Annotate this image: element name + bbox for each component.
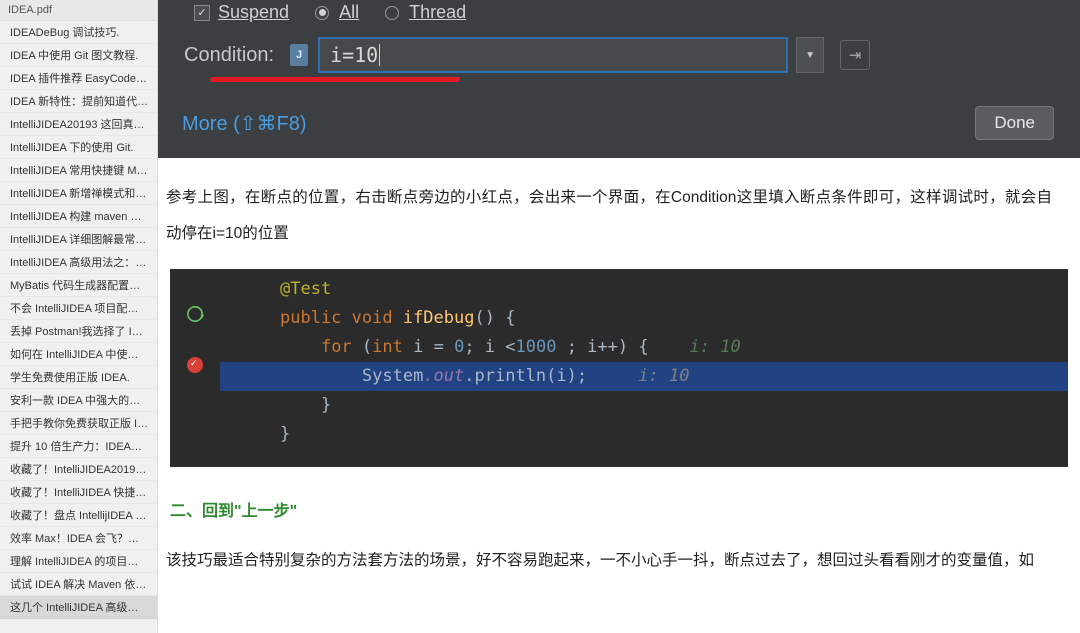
condition-value: i=10 [330,43,378,67]
sidebar-item[interactable]: 收藏了！IntelliJIDEA 快捷… [0,481,157,504]
sidebar-item[interactable]: IntelliJIDEA 详细图解最常… [0,228,157,251]
sidebar: IDEA.pdf IDEADeBug 调试技巧.IDEA 中使用 Git 图文教… [0,0,158,633]
sidebar-item[interactable]: 理解 IntelliJIDEA 的项目配… [0,550,157,573]
check-icon: ✓ [194,5,210,21]
dropdown-button[interactable]: ▼ [796,37,824,73]
text-cursor [379,44,380,66]
sidebar-item[interactable]: 效率 Max！IDEA 会飞？只… [0,527,157,550]
sidebar-item[interactable]: IntelliJIDEA 常用快捷键 Ma… [0,159,157,182]
paragraph-1: 参考上图，在断点的位置，右击断点旁边的小红点，会出来一个界面，在Conditio… [166,158,1068,251]
sidebar-item[interactable]: IntelliJIDEA20193 这回真… [0,113,157,136]
thread-label: Thread [409,2,466,23]
sidebar-item[interactable]: IntelliJIDEA 高级用法之：集… [0,251,157,274]
code-screenshot: @Test public void ifDebug() { for (int i… [170,269,1068,467]
sidebar-item[interactable]: 如何在 IntelliJIDEA 中使用 Git. [0,343,157,366]
paragraph-2: 该技巧最适合特别复杂的方法套方法的场景，好不容易跑起来，一不小心手一抖，断点过去… [166,521,1068,579]
breakpoint-icon[interactable] [187,357,203,373]
sidebar-item[interactable]: 收藏了！盘点 IntellijIDEA 那… [0,504,157,527]
sidebar-item[interactable]: 学生免费使用正版 IDEA. [0,366,157,389]
sidebar-item[interactable]: IntelliJIDEA 构建 maven 多… [0,205,157,228]
suspend-checkbox[interactable]: ✓ Suspend [194,2,289,23]
all-label: All [339,2,359,23]
sidebar-item[interactable]: IntelliJIDEA 下的使用 Git. [0,136,157,159]
section-heading: 二、回到"上一步" [170,467,1068,521]
sidebar-item[interactable]: 收藏了！IntelliJIDEA2019 … [0,458,157,481]
radio-dot-icon [315,6,329,20]
radio-thread[interactable]: Thread [385,2,466,23]
sidebar-header: IDEA.pdf [0,0,157,21]
gutter [170,269,220,467]
code-line: public void ifDebug() { [220,304,1068,333]
lang-icon[interactable]: J [290,44,308,66]
condition-input[interactable]: i=10 [318,37,788,73]
sidebar-item[interactable]: 安利一款 IDEA 中强大的代… [0,389,157,412]
sidebar-item[interactable]: IDEADeBug 调试技巧. [0,21,157,44]
code-line: @Test [220,275,1068,304]
condition-label: Condition: [184,44,274,67]
code-area: @Test public void ifDebug() { for (int i… [220,269,1068,467]
sidebar-item[interactable]: IDEA 新特性：提前知道代… [0,90,157,113]
radio-all[interactable]: All [315,2,359,23]
code-line-highlighted: System.out.println(i); i: 10 [220,362,1068,391]
more-done-row: More (⇧⌘F8) Done [178,82,1060,140]
sidebar-item[interactable]: IDEA 中使用 Git 图文教程. [0,44,157,67]
code-line: for (int i = 0; i <1000 ; i++) { i: 10 [220,333,1068,362]
sidebar-item[interactable]: MyBatis 代码生成器配置详… [0,274,157,297]
sidebar-item[interactable]: 提升 10 倍生产力：IDEA远… [0,435,157,458]
radio-circle-icon [385,6,399,20]
done-button[interactable]: Done [975,106,1054,140]
condition-row: Condition: J i=10 ▼ ⇥ [178,37,1060,73]
sidebar-item[interactable]: IntelliJIDEA 新增禅模式和 Li… [0,182,157,205]
sidebar-item[interactable]: 试试 IDEA 解决 Maven 依赖… [0,573,157,596]
sidebar-item[interactable]: 不会 IntelliJIDEA 项目配置… [0,297,157,320]
suspend-label: Suspend [218,2,289,23]
breakpoint-panel: ✓ Suspend All Thread Condition: J i=10 ▼… [158,0,1080,158]
sidebar-item[interactable]: IDEA 插件推荐 EasyCode 一… [0,67,157,90]
suspend-row: ✓ Suspend All Thread [178,0,1060,37]
main-content: ✓ Suspend All Thread Condition: J i=10 ▼… [158,0,1080,633]
sidebar-item[interactable]: 这几个 IntelliJIDEA 高级调… [0,596,157,619]
run-icon[interactable] [186,305,204,323]
code-line: } [220,420,1068,449]
sidebar-item[interactable]: 丢掉 Postman!我选择了 IDE… [0,320,157,343]
more-link[interactable]: More (⇧⌘F8) [182,111,307,136]
sidebar-list: IDEADeBug 调试技巧.IDEA 中使用 Git 图文教程.IDEA 插件… [0,21,157,633]
sidebar-item[interactable]: 手把手教你免费获取正版 Int… [0,412,157,435]
expand-icon[interactable]: ⇥ [840,40,870,70]
code-line: } [220,391,1068,420]
